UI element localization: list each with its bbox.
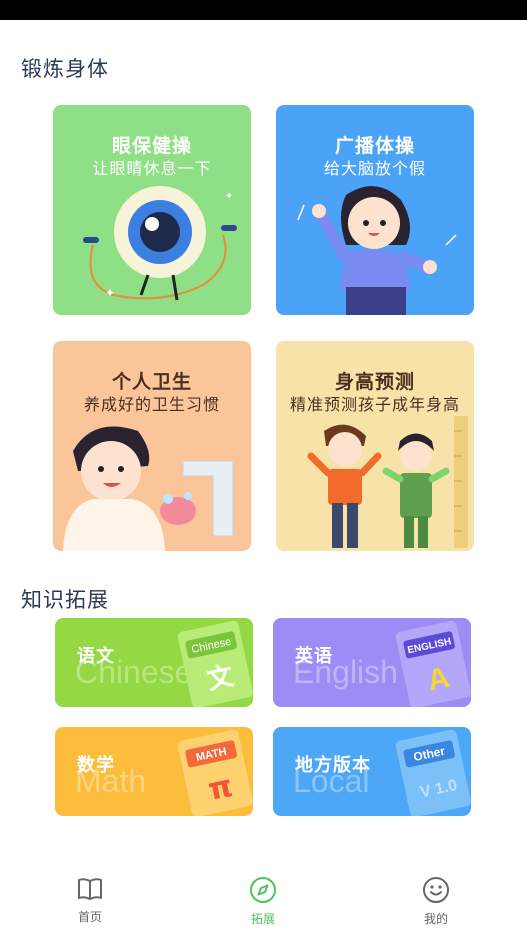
nav-label: 拓展 bbox=[250, 912, 275, 926]
subject-label: 地方版本 bbox=[295, 755, 371, 776]
section-title-knowledge: 知识拓展 bbox=[21, 588, 109, 612]
card-height-prediction[interactable]: 身高预测 精准预测孩子成年身高 bbox=[276, 341, 474, 551]
nav-home[interactable]: 首页 bbox=[50, 876, 130, 925]
card-gymnastics[interactable]: 广播体操 给大脑放个假 bbox=[276, 105, 474, 315]
subject-chinese[interactable]: Chinese 语文 Chinese 文 bbox=[55, 618, 253, 707]
nav-label: 我的 bbox=[423, 912, 448, 926]
status-bar bbox=[0, 0, 527, 20]
section-title-exercise: 锻炼身体 bbox=[21, 57, 109, 81]
subject-label: 数学 bbox=[77, 755, 115, 776]
math-book-icon: MATH π bbox=[177, 729, 253, 816]
card-title: 身高预测 bbox=[334, 371, 415, 393]
svg-text:✦: ✦ bbox=[225, 191, 233, 202]
eyeball-illustration: ✦ ✦ bbox=[83, 186, 237, 301]
smiley-icon bbox=[423, 877, 449, 903]
english-book-icon: ENGLISH A bbox=[395, 620, 471, 707]
compass-icon bbox=[250, 877, 276, 903]
book-icon bbox=[78, 878, 102, 900]
card-title: 广播体操 bbox=[334, 135, 415, 157]
subject-math[interactable]: Math 数学 MATH π bbox=[55, 727, 253, 816]
card-title: 眼保健操 bbox=[111, 135, 192, 157]
subject-label: 英语 bbox=[295, 646, 333, 667]
card-title: 个人卫生 bbox=[111, 371, 192, 393]
subject-english[interactable]: English 英语 ENGLISH A bbox=[273, 618, 471, 707]
bottom-nav: 首页 拓展 我的 bbox=[0, 868, 527, 938]
girl-exercising-illustration bbox=[297, 186, 457, 315]
nav-explore[interactable]: 拓展 bbox=[223, 876, 303, 927]
boy-washing-hands-illustration bbox=[63, 426, 234, 551]
nav-label: 首页 bbox=[77, 910, 102, 924]
subject-local[interactable]: Local 地方版本 Other V 1.0 bbox=[273, 727, 471, 816]
svg-text:✦: ✦ bbox=[105, 286, 115, 300]
children-height-illustration bbox=[307, 416, 468, 548]
subject-label: 语文 bbox=[77, 646, 115, 667]
chinese-book-icon: Chinese 文 bbox=[177, 620, 253, 707]
nav-profile[interactable]: 我的 bbox=[396, 876, 476, 927]
card-eye-exercise[interactable]: 眼保健操 让眼睛休息一下 ✦ ✦ bbox=[53, 105, 251, 315]
local-book-icon: Other V 1.0 bbox=[395, 729, 471, 816]
card-hygiene[interactable]: 个人卫生 养成好的卫生习惯 bbox=[53, 341, 251, 551]
